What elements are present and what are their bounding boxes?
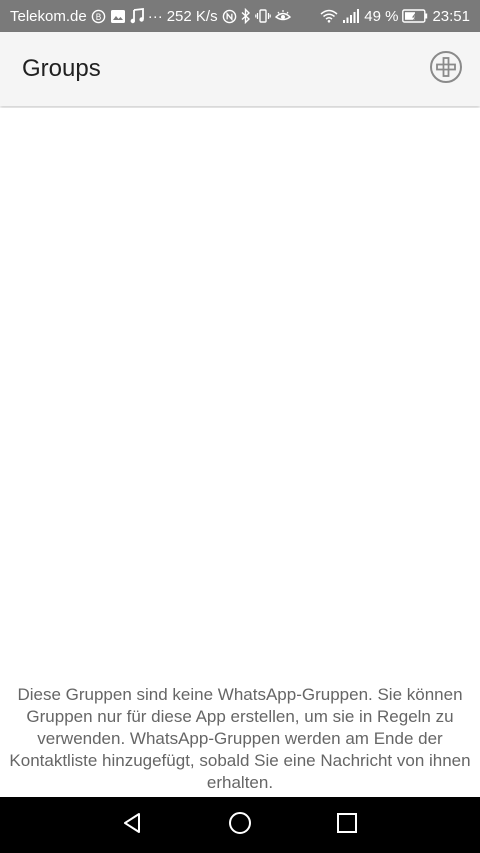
page-title: Groups <box>22 55 101 82</box>
app-bar: Groups <box>0 32 480 106</box>
status-bar: Telekom.de B ··· 252 K/s 49 % 23:51 <box>0 0 480 32</box>
recents-button[interactable] <box>327 805 367 845</box>
battery-icon <box>402 8 428 24</box>
carrier-label: Telekom.de <box>10 7 87 25</box>
battery-percent: 49 % <box>364 7 399 25</box>
network-speed: 252 K/s <box>166 7 218 25</box>
add-group-button[interactable] <box>428 50 464 89</box>
data-saver-icon: B <box>91 8 106 24</box>
wifi-icon <box>320 8 338 24</box>
dots-indicator: ··· <box>147 7 163 25</box>
info-text: Diese Gruppen sind keine WhatsApp-Gruppe… <box>9 685 471 792</box>
eye-comfort-icon <box>274 8 291 24</box>
status-bar-left: Telekom.de B ··· 252 K/s <box>10 8 291 25</box>
navigation-bar <box>0 797 480 853</box>
svg-text:B: B <box>95 11 101 21</box>
image-icon <box>110 8 126 24</box>
recents-icon <box>336 812 358 839</box>
add-circle-icon <box>429 50 463 89</box>
music-note-icon <box>130 8 144 24</box>
nfc-icon <box>222 8 237 24</box>
signal-icon <box>342 8 360 24</box>
bluetooth-icon <box>241 8 251 24</box>
home-icon <box>227 810 253 841</box>
status-bar-right: 49 % 23:51 <box>320 8 470 25</box>
back-icon <box>121 811 145 840</box>
vibrate-icon <box>254 8 271 24</box>
clock: 23:51 <box>432 7 470 25</box>
back-button[interactable] <box>113 805 153 845</box>
home-button[interactable] <box>220 805 260 845</box>
group-list-area: Diese Gruppen sind keine WhatsApp-Gruppe… <box>0 108 480 796</box>
